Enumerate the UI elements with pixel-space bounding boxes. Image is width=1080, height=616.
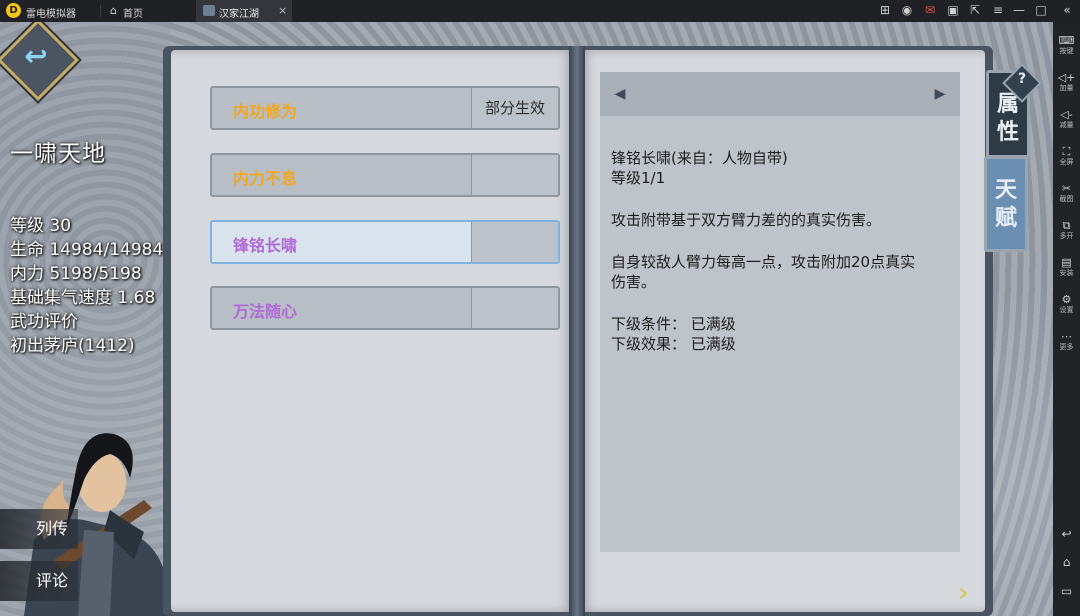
sidebar-item-more[interactable]: ⋯ 更多 (1053, 330, 1080, 352)
detail-next-effect: 下级效果： 已满级 (611, 335, 736, 353)
gear-icon: ⚙ (1061, 293, 1072, 306)
game-screen: ↩ 一啸天地 等级 30 生命 14984/14984 内力 5198/5198… (0, 22, 1053, 616)
sidebar-item-volume-up[interactable]: ◁+ 加量 (1053, 71, 1080, 93)
game-tab-label: 汉家江湖 (219, 9, 259, 20)
stat-rating-label: 武功评价 (10, 312, 78, 332)
sidebar-item-screenshot[interactable]: ✂ 截图 (1053, 182, 1080, 204)
stat-hp: 生命 14984/14984 (10, 240, 164, 260)
book-spine (569, 46, 585, 616)
next-arrow-icon[interactable]: ▶ (932, 86, 948, 102)
volume-down-icon: ◁- (1060, 108, 1073, 121)
detail-header: ◀ ▶ (600, 72, 960, 116)
skill-detail-panel: ◀ ▶ 锋铭长啸(来自：人物自带) 等级1/1 攻击附带基于双方臂力差的的真实伤… (600, 72, 960, 552)
skill-name: 万法随心 (233, 302, 298, 321)
question-icon: ? (1017, 70, 1027, 87)
skill-effect (471, 222, 558, 262)
previous-arrow-icon[interactable]: ◀ (612, 86, 628, 102)
more-icon: ⋯ (1061, 330, 1072, 343)
sidebar-label: 多开 (1059, 232, 1074, 240)
skill-effect (471, 288, 558, 328)
sidebar-item-settings[interactable]: ⚙ 设置 (1053, 293, 1080, 315)
return-arrow-icon: ↩ (24, 39, 48, 73)
collapse-icon[interactable]: « (1060, 3, 1074, 17)
detail-desc-2a: 自身较敌人臂力每高一点，攻击附加20点真实 (611, 253, 916, 271)
home-tab[interactable]: 首页 (123, 5, 143, 20)
book-left-page: 内功修为 部分生效 内力不息 锋铭长啸 万法随心 (171, 50, 575, 612)
character-name: 一啸天地 (10, 141, 106, 167)
skill-row[interactable]: 万法随心 (210, 286, 560, 330)
sidebar-label: 设置 (1059, 306, 1074, 314)
keyboard-icon: ⌨ (1058, 34, 1075, 47)
comment-button[interactable]: 评论 (0, 561, 78, 601)
home-icon[interactable]: ⌂ (110, 4, 117, 17)
skill-row[interactable]: 内力不息 (210, 153, 560, 197)
sidebar-label: 减量 (1059, 121, 1074, 129)
menu-icon[interactable]: ≡ (991, 3, 1005, 17)
scissors-icon: ✂ (1061, 182, 1072, 195)
tab-close-icon[interactable]: × (278, 4, 287, 17)
emulator-app-name: 雷电模拟器 (26, 9, 76, 20)
multi-instance-icon: ⧉ (1062, 219, 1071, 232)
emulator-sidebar: ⌨ 按键 ◁+ 加量 ◁- 减量 ⛶ 全屏 ✂ 截图 ⧉ 多开 ▤ 安装 ⚙ 设… (1053, 22, 1080, 616)
sidebar-label: 加量 (1059, 84, 1074, 92)
sidebar-label: 更多 (1059, 343, 1074, 351)
game-tab[interactable]: 汉家江湖 × (196, 0, 292, 22)
skill-effect (471, 155, 558, 195)
sidebar-label: 安装 (1059, 269, 1074, 277)
skill-detail-text: 锋铭长啸(来自：人物自带) 等级1/1 攻击附带基于双方臂力差的的真实伤害。 自… (611, 148, 951, 354)
sidebar-item-multi[interactable]: ⧉ 多开 (1053, 219, 1080, 241)
detail-desc-2b: 伤害。 (611, 273, 657, 291)
detail-level: 等级1/1 (611, 169, 666, 187)
skill-row-selected[interactable]: 锋铭长啸 (210, 220, 560, 264)
biography-button[interactable]: 列传 (0, 509, 78, 549)
detail-title: 锋铭长啸(来自：人物自带) (611, 149, 788, 167)
skill-row[interactable]: 内功修为 部分生效 (210, 86, 560, 130)
skin-icon[interactable]: ▣ (946, 3, 960, 17)
user-icon[interactable]: ◉ (900, 3, 914, 17)
maximize-icon[interactable]: □ (1034, 3, 1048, 17)
sidebar-label: 按键 (1059, 47, 1074, 55)
home-nav-icon[interactable]: ⌂ (1053, 555, 1080, 569)
apk-icon: ▤ (1061, 256, 1072, 269)
emulator-titlebar: D 雷电模拟器 ⌂ 首页 汉家江湖 × ⊞ ◉ ✉ ▣ ⇱ ≡ — □ ✕ « (0, 0, 1080, 22)
stat-level: 等级 30 (10, 216, 72, 236)
titlebar-divider (100, 5, 101, 17)
tab-talent[interactable]: 天赋 (984, 156, 1028, 252)
skill-name: 锋铭长啸 (233, 236, 298, 255)
mail-icon[interactable]: ✉ (923, 3, 937, 17)
gamepad-icon[interactable]: ⊞ (878, 3, 892, 17)
skill-effect: 部分生效 (471, 88, 558, 128)
sidebar-item-install[interactable]: ▤ 安装 (1053, 256, 1080, 278)
skill-name: 内力不息 (233, 169, 298, 188)
sidebar-item-volume-down[interactable]: ◁- 减量 (1053, 108, 1080, 130)
sidebar-label: 全屏 (1059, 158, 1074, 166)
skill-name: 内功修为 (233, 102, 298, 121)
fullscreen-icon: ⛶ (1062, 145, 1071, 158)
detail-next-condition: 下级条件： 已满级 (611, 315, 736, 333)
detail-desc-1: 攻击附带基于双方臂力差的的真实伤害。 (611, 211, 882, 229)
sidebar-item-fullscreen[interactable]: ⛶ 全屏 (1053, 145, 1080, 167)
minimize-icon[interactable]: — (1012, 3, 1026, 17)
recent-apps-icon[interactable]: ▭ (1053, 584, 1080, 598)
next-page-chevron-icon[interactable]: › (958, 578, 969, 608)
volume-up-icon: ◁+ (1057, 71, 1076, 84)
stat-rating-value: 初出茅庐(1412) (10, 336, 135, 356)
back-nav-icon[interactable]: ↩ (1053, 527, 1080, 541)
game-tab-icon (203, 5, 215, 16)
stat-speed: 基础集气速度 1.68 (10, 288, 156, 308)
stat-mp: 内力 5198/5198 (10, 264, 142, 284)
cast-icon[interactable]: ⇱ (968, 3, 982, 17)
sidebar-label: 截图 (1059, 195, 1074, 203)
emulator-logo-icon: D (6, 3, 21, 18)
sidebar-item-keymap[interactable]: ⌨ 按键 (1053, 34, 1080, 56)
character-stats: 等级 30 生命 14984/14984 内力 5198/5198 基础集气速度… (10, 214, 163, 358)
